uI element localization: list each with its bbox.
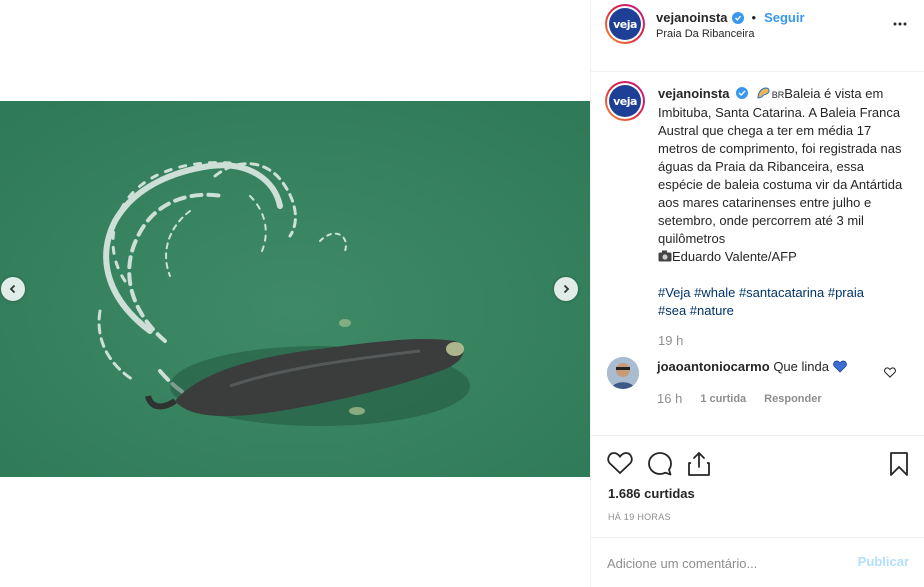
post-caption: vejanoinsta BRBaleia é vista em Imbituba… <box>658 85 908 320</box>
reply-button[interactable]: Responder <box>764 393 821 406</box>
caption-username[interactable]: vejanoinsta <box>658 86 730 101</box>
post-photo-whale[interactable] <box>0 101 590 477</box>
author-username[interactable]: vejanoinsta <box>656 10 728 25</box>
verified-badge-icon <box>731 11 744 24</box>
next-photo-button[interactable] <box>554 277 578 301</box>
hashtags-line-1[interactable]: #Veja #whale #santacatarina #praia <box>658 285 864 300</box>
comment-time[interactable]: 16 h <box>657 391 682 406</box>
flexed-biceps-emoji-icon <box>757 87 770 99</box>
media-area <box>0 0 590 587</box>
likes-count[interactable]: 1.686 curtidas <box>608 486 695 501</box>
commenter-avatar[interactable] <box>607 357 639 389</box>
more-horizontal-icon <box>893 22 907 26</box>
comment-likes[interactable]: 1 curtida <box>700 393 746 406</box>
share-button[interactable] <box>687 451 711 480</box>
post-side-panel: veja vejanoinsta • Seguir Praia Da Riban… <box>590 0 924 587</box>
previous-photo-button[interactable] <box>1 277 25 301</box>
comment-bubble-icon <box>648 452 672 476</box>
publish-button[interactable]: Publicar <box>858 554 909 569</box>
caption-time[interactable]: 19 h <box>658 333 683 348</box>
separator-dot: • <box>751 10 757 25</box>
post-header: veja vejanoinsta • Seguir Praia Da Riban… <box>591 0 924 72</box>
flag-text: BR <box>771 90 785 100</box>
follow-button[interactable]: Seguir <box>764 10 804 25</box>
hashtags-line-2[interactable]: #sea #nature <box>658 303 734 318</box>
post-location[interactable]: Praia Da Ribanceira <box>656 28 754 40</box>
heart-outline-icon <box>884 367 896 378</box>
commenter-username[interactable]: joaoantoniocarmo <box>657 359 770 374</box>
check-icon <box>736 87 749 99</box>
veja-logo: veja <box>613 94 637 108</box>
chevron-right-icon <box>563 284 570 294</box>
heart-icon <box>607 452 633 475</box>
author-line: vejanoinsta • Seguir <box>656 10 805 25</box>
comment-button[interactable] <box>647 451 673 480</box>
chevron-left-icon <box>9 284 16 294</box>
post-actions: 1.686 curtidas HÁ 19 HORAS <box>591 435 924 545</box>
save-button[interactable] <box>889 451 909 480</box>
hashtags: #Veja #whale #santacatarina #praia #sea … <box>658 284 908 320</box>
comment-composer: Publicar <box>591 537 924 587</box>
like-button[interactable] <box>607 451 633 478</box>
caption-text: Baleia é vista em Imbituba, Santa Catari… <box>658 86 903 246</box>
comment-meta: 16 h 1 curtida Responder <box>657 391 822 406</box>
photo-credit: Eduardo Valente/AFP <box>672 249 797 264</box>
like-comment-button[interactable] <box>884 365 896 381</box>
post-timestamp[interactable]: HÁ 19 HORAS <box>608 512 671 522</box>
bookmark-icon <box>890 452 908 476</box>
comment-input[interactable] <box>607 552 837 574</box>
blue-heart-emoji-icon <box>832 360 847 373</box>
share-icon <box>688 452 710 476</box>
comments-list[interactable]: veja vejanoinsta BRBaleia é vista em Imb… <box>591 73 924 435</box>
comment-content: joaoantoniocarmo Que linda <box>657 359 847 374</box>
camera-icon <box>658 250 672 262</box>
more-options-button[interactable] <box>892 16 908 35</box>
comment-text: Que linda <box>773 359 829 374</box>
veja-logo: veja <box>613 17 637 31</box>
whale-image <box>0 101 590 477</box>
caption-author-avatar[interactable]: veja <box>605 81 645 121</box>
author-avatar[interactable]: veja <box>605 4 645 44</box>
